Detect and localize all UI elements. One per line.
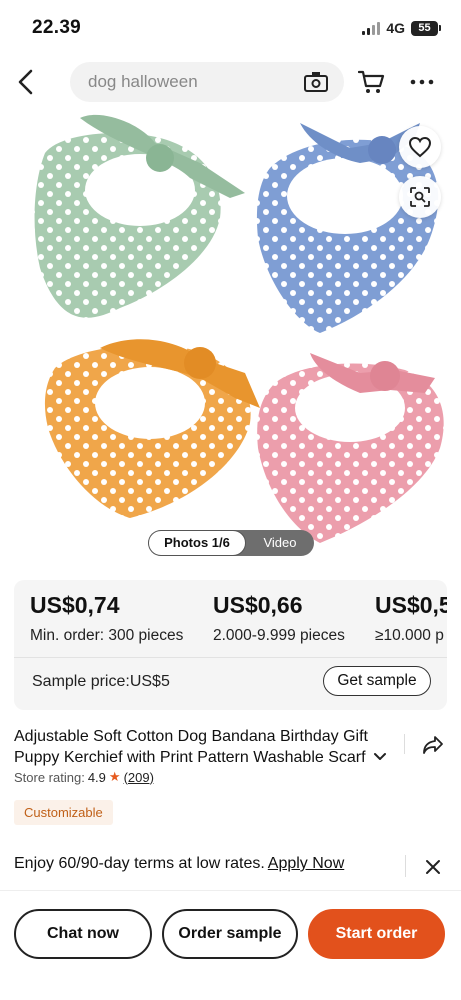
chevron-down-icon (374, 753, 386, 760)
cart-button[interactable] (356, 66, 388, 98)
apply-now-link[interactable]: Apply Now (268, 855, 344, 872)
more-button[interactable] (404, 66, 440, 98)
tier-price: US$0,66 (213, 592, 303, 618)
scan-search-icon (410, 187, 430, 207)
battery-icon: 55 (411, 20, 441, 36)
wishlist-button[interactable] (399, 126, 441, 168)
top-nav: dog halloween (0, 60, 461, 104)
order-sample-button[interactable]: Order sample (162, 909, 298, 959)
finance-banner: Enjoy 60/90-day terms at low rates. Apply… (14, 855, 344, 873)
cart-icon (358, 70, 385, 93)
more-icon (410, 79, 434, 85)
review-count-link[interactable]: (209) (124, 770, 154, 785)
chat-now-button[interactable]: Chat now (14, 909, 152, 959)
share-icon (423, 736, 443, 754)
price-tiers-card: US$0,74 Min. order: 300 pieces US$0,66 2… (14, 580, 447, 710)
pink-bandana (257, 353, 444, 543)
tier-quantity: 2.000-9.999 pieces (213, 627, 345, 644)
back-arrow-icon (18, 69, 33, 95)
get-sample-button[interactable]: Get sample (323, 666, 431, 696)
divider (405, 855, 406, 877)
tier-quantity: Min. order: 300 pieces (30, 627, 184, 644)
status-indicators: 4G 55 (362, 20, 441, 36)
product-image-gallery[interactable]: Photos 1/6 Video (0, 108, 461, 563)
product-title: Adjustable Soft Cotton Dog Bandana Birth… (14, 728, 384, 766)
green-bandana (34, 114, 245, 318)
price-tier: US$0,74 Min. order: 300 pieces (30, 592, 183, 645)
media-toggle: Photos 1/6 Video (148, 530, 314, 556)
status-bar: 22.39 4G 55 (0, 0, 461, 56)
expand-title-button[interactable] (370, 748, 390, 766)
customizable-badge: Customizable (14, 800, 113, 825)
store-rating-value: 4.9 (87, 769, 106, 785)
divider (404, 734, 405, 754)
close-banner-button[interactable] (421, 855, 445, 879)
search-input[interactable]: dog halloween (70, 62, 344, 102)
search-query: dog halloween (88, 72, 198, 91)
store-rating: Store rating: 4.9 ★ (209) (14, 769, 154, 785)
tier-price: US$0,5 (375, 592, 447, 618)
price-tier: US$0,66 2.000-9.999 pieces (213, 592, 345, 645)
tier-quantity: ≥10.000 p (375, 627, 444, 644)
battery-level: 55 (411, 20, 438, 36)
heart-icon (408, 136, 432, 158)
bottom-action-bar: Chat now Order sample Start order (0, 890, 461, 1000)
tab-photos[interactable]: Photos 1/6 (148, 530, 246, 556)
sample-price: Sample price:US$5 (32, 673, 170, 690)
tab-video[interactable]: Video (246, 530, 314, 556)
share-button[interactable] (419, 731, 447, 759)
camera-icon (304, 72, 328, 92)
product-photo (34, 114, 444, 543)
back-button[interactable] (10, 64, 42, 100)
visual-search-button[interactable] (399, 176, 441, 218)
status-time: 22.39 (32, 17, 82, 38)
price-tier: US$0,5 ≥10.000 p (375, 592, 447, 645)
orange-bandana (44, 339, 260, 518)
star-icon: ★ (108, 769, 121, 784)
image-search-button[interactable] (302, 69, 330, 95)
start-order-button[interactable]: Start order (308, 909, 445, 959)
divider (14, 657, 447, 658)
network-label: 4G (386, 20, 405, 36)
close-icon (426, 860, 440, 874)
tier-price: US$0,74 (30, 592, 120, 618)
store-rating-label: Store rating: (14, 769, 85, 785)
finance-text: Enjoy 60/90-day terms at low rates. (14, 855, 265, 872)
signal-icon (362, 21, 381, 35)
